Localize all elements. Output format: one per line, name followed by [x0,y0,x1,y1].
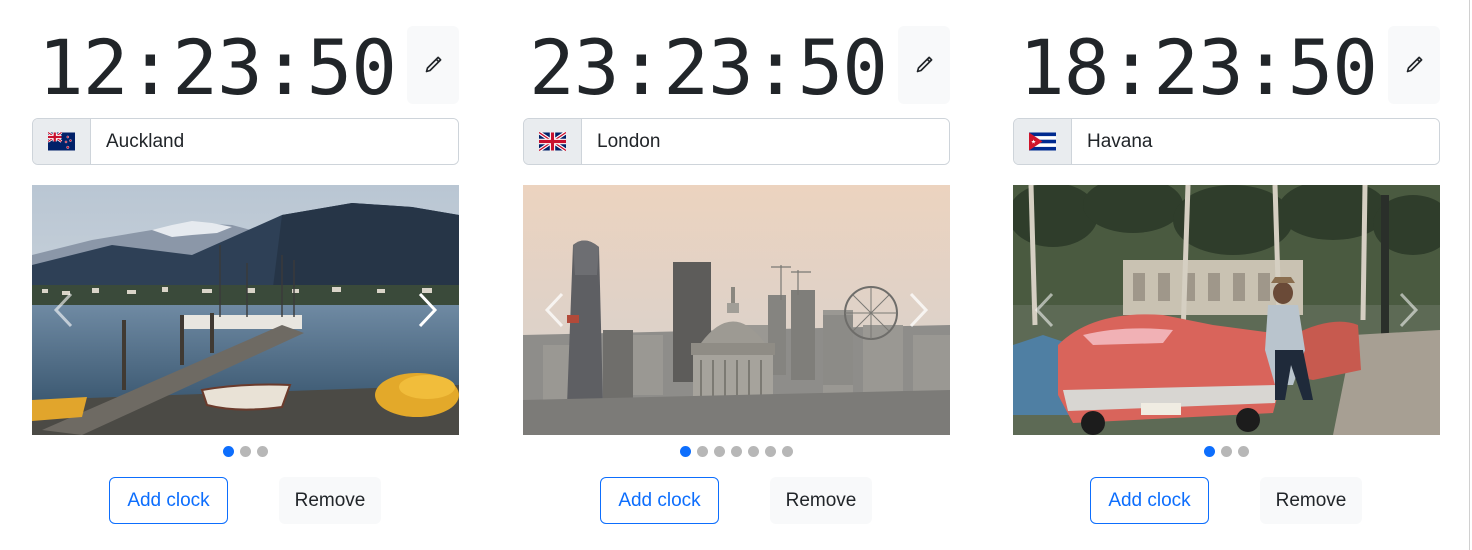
time-row: 12:23:50 [32,23,459,112]
pencil-icon [425,56,442,73]
chevron-left-icon [1034,292,1054,328]
carousel-indicator[interactable] [1204,446,1215,457]
carousel-indicator[interactable] [697,446,708,457]
city-input[interactable] [582,119,949,164]
london-skyline-photo [523,185,950,435]
photo-carousel [523,185,950,435]
city-input[interactable] [1072,119,1439,164]
clock-time: 18:23:50 [1019,23,1378,112]
carousel-prev-button[interactable] [1025,290,1065,330]
carousel-indicator[interactable] [257,446,268,457]
photo-carousel [1013,185,1440,435]
united-kingdom-flag-icon [539,132,566,151]
carousel-indicator[interactable] [782,446,793,457]
page-edge-divider [1469,0,1470,550]
remove-clock-button[interactable]: Remove [1260,477,1362,524]
carousel-indicator[interactable] [680,446,691,457]
city-input-group [523,118,950,165]
chevron-right-icon [909,292,929,328]
add-clock-button[interactable]: Add clock [1090,477,1209,524]
carousel-indicator[interactable] [731,446,742,457]
time-row: 18:23:50 [1013,23,1440,112]
carousel-indicator[interactable] [714,446,725,457]
clock-card-auckland: 12:23:50 Auckland Add clock Remove [32,0,459,550]
carousel-next-button[interactable] [898,290,938,330]
carousel-indicator[interactable] [765,446,776,457]
carousel-indicator[interactable] [223,446,234,457]
edit-clock-button[interactable] [898,26,950,104]
city-input[interactable] [91,119,458,164]
remove-clock-button[interactable]: Remove [279,477,381,524]
edit-clock-button[interactable] [1388,26,1440,104]
clock-time: 12:23:50 [38,23,397,112]
carousel-next-button[interactable] [407,290,447,330]
carousel-indicator[interactable] [1238,446,1249,457]
carousel-indicators [523,446,950,458]
auckland-lakefront-photo [32,185,459,435]
city-input-group [32,118,459,165]
clock-card-london: 23:23:50 London Add clock Remove [523,0,950,550]
carousel-indicators [1013,446,1440,458]
pencil-icon [1406,56,1423,73]
flag-addon [524,119,582,164]
edit-clock-button[interactable] [407,26,459,104]
add-clock-button[interactable]: Add clock [600,477,719,524]
chevron-right-icon [1399,292,1419,328]
pencil-icon [916,56,933,73]
clock-card-havana: 18:23:50 Havana Add clock Remove [1013,0,1440,550]
city-input-group [1013,118,1440,165]
carousel-indicators [32,446,459,458]
chevron-right-icon [418,292,438,328]
new-zealand-flag-icon [48,132,75,151]
carousel-prev-button[interactable] [535,290,575,330]
carousel-indicator[interactable] [1221,446,1232,457]
time-row: 23:23:50 [523,23,950,112]
flag-addon [33,119,91,164]
carousel-indicator[interactable] [748,446,759,457]
carousel-prev-button[interactable] [44,290,84,330]
carousel-next-button[interactable] [1388,290,1428,330]
havana-vintage-cars-photo [1013,185,1440,435]
cuba-flag-icon [1029,132,1056,151]
chevron-left-icon [53,292,73,328]
add-clock-button[interactable]: Add clock [109,477,228,524]
chevron-left-icon [544,292,564,328]
photo-carousel [32,185,459,435]
remove-clock-button[interactable]: Remove [770,477,872,524]
carousel-indicator[interactable] [240,446,251,457]
clock-time: 23:23:50 [529,23,888,112]
flag-addon [1014,119,1072,164]
